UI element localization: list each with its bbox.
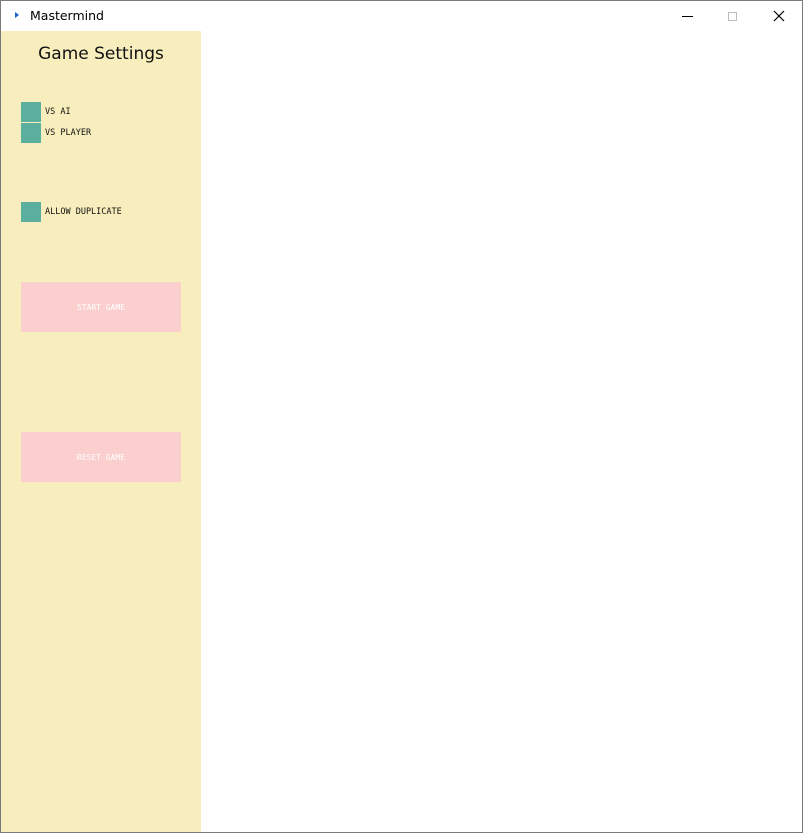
vs-player-checkbox[interactable] [21,123,41,143]
vs-player-option[interactable]: VS PLAYER [21,123,91,143]
vs-player-label: VS PLAYER [45,128,92,138]
start-game-button[interactable]: START GAME [21,282,181,332]
maximize-icon [728,11,737,21]
vs-ai-checkbox[interactable] [21,102,41,122]
settings-sidebar: Game Settings VS AI VS PLAYER ALLOW DUPL… [1,31,201,832]
reset-game-button[interactable]: RESET GAME [21,432,181,482]
app-window: Mastermind Game Settings VS AI VS PLAYER… [0,0,803,833]
minimize-icon [682,15,693,17]
vs-ai-label: VS AI [45,107,71,117]
allow-duplicate-checkbox[interactable] [21,202,41,222]
minimize-button[interactable] [665,1,710,31]
title-bar[interactable]: Mastermind [1,1,802,31]
game-board[interactable] [201,31,802,832]
close-icon [773,10,784,22]
allow-duplicate-option[interactable]: ALLOW DUPLICATE [21,202,122,222]
app-icon [15,12,19,18]
allow-duplicate-label: ALLOW DUPLICATE [45,207,122,217]
vs-ai-option[interactable]: VS AI [21,102,71,122]
window-title: Mastermind [30,8,104,23]
maximize-button[interactable] [710,1,755,31]
sidebar-title: Game Settings [38,44,164,64]
close-button[interactable] [756,1,801,31]
